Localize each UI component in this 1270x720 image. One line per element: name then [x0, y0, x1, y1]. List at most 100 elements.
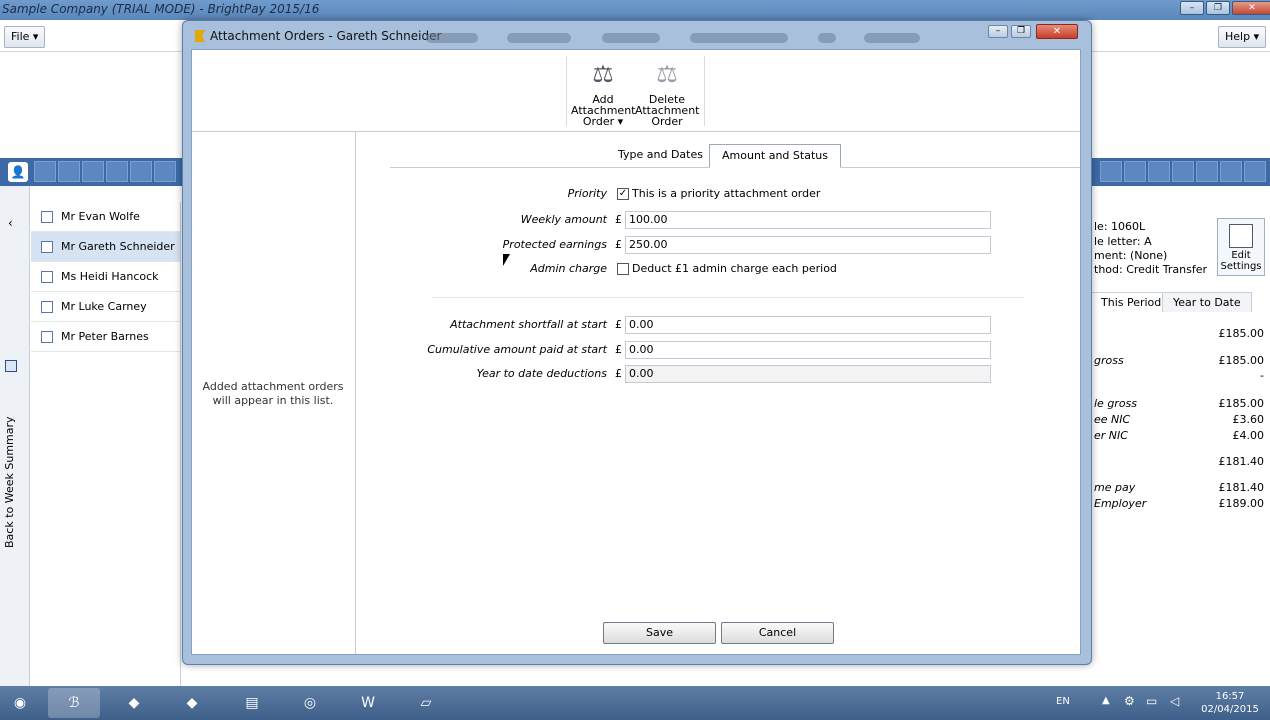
document-icon: [41, 331, 53, 343]
cancel-button[interactable]: Cancel: [721, 622, 834, 644]
period-cell[interactable]: [1124, 161, 1146, 182]
help-menu[interactable]: Help ▾: [1218, 26, 1267, 48]
period-cell[interactable]: [82, 161, 104, 182]
dialog-minimize-button[interactable]: –: [988, 25, 1008, 38]
back-to-week-summary[interactable]: Back to Week Summary: [3, 416, 21, 548]
period-cell[interactable]: [1148, 161, 1170, 182]
settings-icon: [1229, 224, 1253, 248]
scales-delete-icon: ⚖: [656, 60, 678, 88]
row-value: £3.60: [1232, 413, 1265, 426]
scales-add-icon: ⚖: [592, 60, 614, 88]
app-taskbar-icon[interactable]: ◆: [108, 688, 160, 718]
list-item[interactable]: Mr Evan Wolfe: [31, 202, 180, 232]
dialog-maximize-button[interactable]: ❐: [1011, 25, 1031, 38]
delete-attachment-order-button[interactable]: ⚖ Delete Attachment Order: [635, 56, 700, 128]
weekly-amount-field[interactable]: 100.00: [625, 211, 991, 229]
currency-symbol: £: [615, 213, 622, 226]
row-value: £185.00: [1218, 397, 1265, 410]
mouse-cursor-icon: [503, 254, 510, 266]
tray-network-icon[interactable]: ⚙: [1124, 694, 1135, 708]
minimize-button[interactable]: –: [1180, 1, 1204, 15]
app-taskbar-icon[interactable]: ◆: [166, 688, 218, 718]
start-button-icon[interactable]: ◉: [0, 688, 40, 718]
clock-time: 16:57: [1215, 691, 1245, 702]
ytd-deductions-label: Year to date deductions: [476, 367, 607, 380]
row-label: gross: [1094, 354, 1124, 367]
folder-icon[interactable]: ▤: [226, 688, 278, 718]
redacted-text: [602, 33, 660, 43]
period-cell[interactable]: [130, 161, 152, 182]
row-label: ee NIC: [1094, 413, 1131, 426]
tab-year-to-date[interactable]: Year to Date: [1162, 292, 1252, 312]
priority-checkbox[interactable]: ✓: [617, 188, 629, 200]
tab-amount-and-status[interactable]: Amount and Status: [709, 144, 841, 168]
shortfall-field[interactable]: 0.00: [625, 316, 991, 334]
period-cell[interactable]: [1220, 161, 1242, 182]
protected-earnings-field[interactable]: 250.00: [625, 236, 991, 254]
chrome-icon[interactable]: ◎: [284, 688, 336, 718]
document-icon: [41, 211, 53, 223]
tray-volume-icon[interactable]: ◁: [1170, 694, 1179, 708]
period-cell[interactable]: [1196, 161, 1218, 182]
redacted-text: [690, 33, 788, 43]
tab-type-and-dates[interactable]: Type and Dates: [606, 144, 715, 168]
payment: ment: (None): [1094, 249, 1168, 262]
currency-symbol: £: [615, 238, 622, 251]
period-cell[interactable]: [58, 161, 80, 182]
word-icon[interactable]: W: [342, 688, 394, 718]
priority-text: This is a priority attachment order: [632, 187, 821, 200]
main-window-title: Sample Company (TRIAL MODE) - BrightPay …: [2, 2, 320, 16]
cumulative-paid-field[interactable]: 0.00: [625, 341, 991, 359]
period-cell[interactable]: [1244, 161, 1266, 182]
clock[interactable]: 16:57 02/04/2015: [1200, 690, 1260, 716]
form-divider: [432, 297, 1024, 298]
edit-settings-button[interactable]: Edit Settings: [1217, 218, 1265, 276]
currency-symbol: £: [615, 367, 622, 380]
file-menu[interactable]: File ▾: [4, 26, 46, 48]
row-label: le gross: [1094, 397, 1138, 410]
ytd-deductions-field: 0.00: [625, 365, 991, 383]
notes-icon[interactable]: ▱: [400, 688, 452, 718]
document-icon: [41, 301, 53, 313]
protected-earnings-label: Protected earnings: [502, 238, 607, 251]
admin-charge-checkbox[interactable]: [617, 263, 629, 275]
row-value: £189.00: [1218, 497, 1265, 510]
tray-arrow-icon[interactable]: ▲: [1102, 695, 1110, 706]
period-cell[interactable]: [34, 161, 56, 182]
dialog-close-button[interactable]: ✕: [1036, 24, 1078, 39]
row-label: me pay: [1094, 481, 1136, 494]
close-button[interactable]: ✕: [1232, 1, 1270, 15]
list-item[interactable]: Mr Luke Carney: [31, 292, 180, 322]
period-cell[interactable]: [106, 161, 128, 182]
period-cell[interactable]: [1100, 161, 1122, 182]
delete-attachment-order-label: Delete Attachment Order: [635, 93, 700, 128]
row-value: £4.00: [1232, 429, 1265, 442]
period-cell[interactable]: [1172, 161, 1194, 182]
tray-flag-icon[interactable]: ▭: [1146, 694, 1157, 708]
shortfall-label: Attachment shortfall at start: [450, 318, 607, 331]
weekly-amount-label: Weekly amount: [520, 213, 607, 226]
main-title-bar: Sample Company (TRIAL MODE) - BrightPay …: [0, 0, 1270, 20]
list-icon[interactable]: [5, 360, 17, 372]
add-attachment-order-button[interactable]: ⚖ Add Attachment Order ▾: [571, 56, 636, 127]
table-letter: le letter: A: [1094, 235, 1152, 248]
user-icon[interactable]: 👤: [8, 162, 28, 182]
save-button[interactable]: Save: [603, 622, 716, 644]
language-indicator[interactable]: EN: [1056, 696, 1070, 707]
edit-settings-label: Edit Settings: [1220, 250, 1262, 272]
taskbar: ◉ ℬ ◆ ◆ ▤ ◎ W ▱ EN ▲ ⚙ ▭ ◁: [0, 686, 1270, 720]
chevron-left-icon[interactable]: ‹: [8, 216, 13, 230]
document-icon: [41, 241, 53, 253]
list-item[interactable]: Ms Heidi Hancock: [31, 262, 180, 292]
tab-this-period[interactable]: This Period: [1090, 292, 1173, 312]
document-icon: [41, 271, 53, 283]
row-value: £181.40: [1218, 481, 1265, 494]
redacted-text: [864, 33, 920, 43]
currency-symbol: £: [615, 343, 622, 356]
list-item[interactable]: Mr Peter Barnes: [31, 322, 180, 352]
period-cell[interactable]: [154, 161, 176, 182]
list-item[interactable]: Mr Gareth Schneider: [31, 232, 180, 262]
maximize-button[interactable]: ❐: [1206, 1, 1230, 15]
clock-date: 02/04/2015: [1201, 704, 1259, 715]
brightpay-taskbar-icon[interactable]: ℬ: [48, 688, 100, 718]
